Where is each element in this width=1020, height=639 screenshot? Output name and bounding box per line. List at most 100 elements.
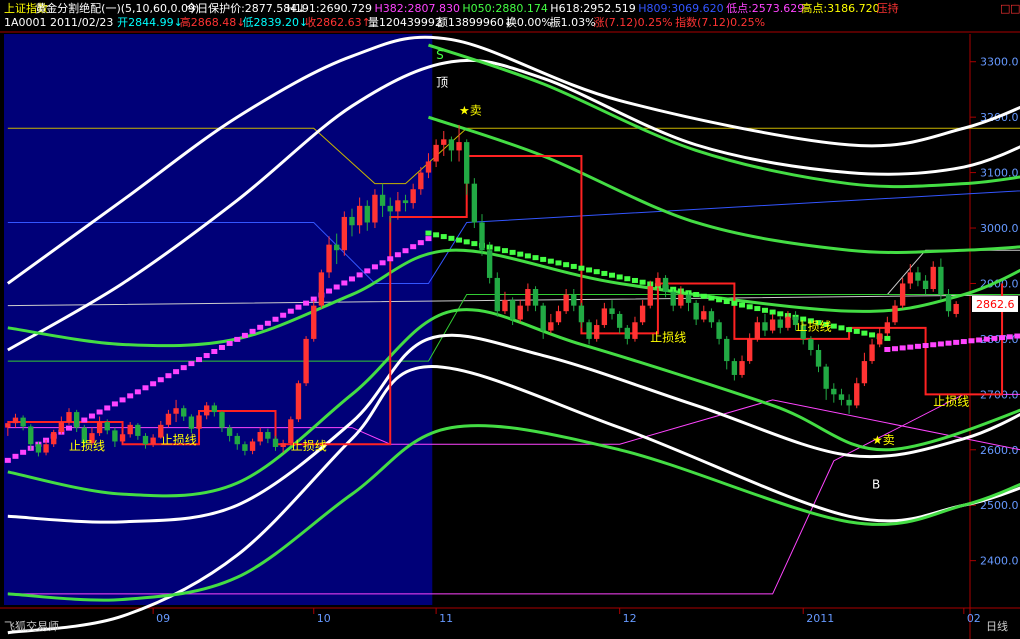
trend-dot: [937, 341, 944, 347]
trend-dot: [570, 263, 577, 269]
candle: [127, 424, 133, 435]
trend-dot: [12, 453, 19, 459]
candle: [724, 338, 730, 362]
candle: [502, 300, 508, 312]
annotation: 止损线: [933, 394, 969, 408]
trend-dot: [249, 328, 256, 334]
candle: [433, 144, 439, 162]
candle: [464, 142, 470, 184]
trend-dot: [708, 295, 715, 301]
candle: [525, 289, 531, 306]
trend-dot: [593, 269, 600, 275]
trend-dot: [119, 397, 126, 403]
candle: [624, 327, 630, 339]
trend-dot: [287, 308, 294, 314]
trend-dot: [601, 270, 608, 276]
header-line-1: H809:3069.620: [638, 2, 723, 15]
trend-dot: [914, 343, 921, 349]
candle: [854, 383, 860, 406]
candle: [418, 172, 424, 190]
candle: [96, 422, 103, 434]
trend-dot: [563, 262, 570, 268]
trend-dot: [280, 312, 287, 318]
trend-dot: [999, 335, 1006, 341]
trend-dot: [303, 300, 310, 306]
trend-dot: [838, 325, 845, 331]
candle: [808, 338, 814, 350]
annotation: 止损线: [161, 433, 197, 447]
candle: [548, 322, 554, 331]
header-line-1: 黄金分割绝配(一)(5,10,60,0.09): [35, 1, 199, 15]
trend-dot: [761, 307, 768, 313]
candle: [73, 412, 80, 428]
trend-dot: [884, 335, 891, 341]
candle: [739, 361, 745, 375]
candle: [678, 294, 684, 306]
trend-dot: [356, 272, 363, 278]
period-label: 日线: [986, 619, 1008, 633]
candle: [532, 289, 539, 306]
candle: [769, 319, 776, 331]
candle: [51, 432, 57, 445]
candle: [448, 139, 455, 151]
candlestick-chart[interactable]: 2400.02500.02600.02700.02800.02900.03000…: [0, 0, 1020, 639]
trend-dot: [907, 344, 914, 350]
trend-dot: [440, 234, 447, 240]
trend-dot: [326, 288, 333, 294]
header-line-2: 振1.03%: [550, 15, 596, 29]
candle: [356, 205, 363, 226]
candle: [616, 313, 623, 328]
candle: [349, 216, 355, 226]
trend-dot: [211, 349, 218, 355]
candle: [892, 305, 898, 323]
candle: [441, 139, 447, 145]
candle: [402, 200, 409, 204]
candle: [173, 408, 179, 414]
trend-dot: [425, 230, 432, 236]
candle: [609, 308, 615, 314]
candle: [594, 325, 600, 339]
trend-dot: [922, 343, 929, 349]
trend-dot: [226, 340, 233, 346]
trend-dot: [150, 381, 157, 387]
candle: [953, 303, 959, 314]
trend-dot: [769, 309, 776, 315]
trend-dot: [960, 339, 967, 345]
candle: [907, 272, 913, 284]
trend-dot: [196, 357, 203, 363]
header-line-2: 开2844.99↓: [117, 16, 183, 29]
candle: [58, 422, 65, 433]
candle: [915, 272, 921, 281]
trend-dot: [410, 244, 417, 250]
y-tick-label: 2400.0: [980, 555, 1019, 568]
trend-dot: [142, 385, 149, 391]
trend-dot: [723, 299, 730, 305]
header-line-2: 指数(7.12)0.25%: [675, 15, 765, 29]
trend-dot: [371, 264, 378, 270]
price-tag: 2862.6: [976, 298, 1015, 311]
trend-dot: [188, 361, 195, 367]
candle: [831, 388, 837, 395]
trend-dot: [991, 335, 998, 341]
annotation: B: [872, 478, 880, 492]
trend-dot: [463, 239, 470, 245]
header-line-1: 高点:3186.720: [801, 1, 879, 15]
candle: [242, 444, 248, 451]
trend-dot: [616, 274, 623, 280]
candle: [165, 413, 172, 425]
trend-dot: [945, 340, 952, 346]
candle: [754, 322, 761, 339]
candle: [762, 322, 768, 331]
trend-dot: [402, 248, 409, 254]
trend-dot: [433, 232, 440, 238]
header-line-1: H382:2807.830: [375, 2, 460, 15]
trend-dot: [1006, 334, 1013, 340]
candle: [119, 434, 126, 442]
trend-dot: [348, 276, 355, 282]
candle: [693, 302, 699, 320]
trend-dot: [81, 417, 88, 423]
trend-dot: [1014, 333, 1020, 339]
candle: [823, 366, 829, 389]
trend-dot: [127, 393, 134, 399]
candle: [188, 416, 195, 429]
